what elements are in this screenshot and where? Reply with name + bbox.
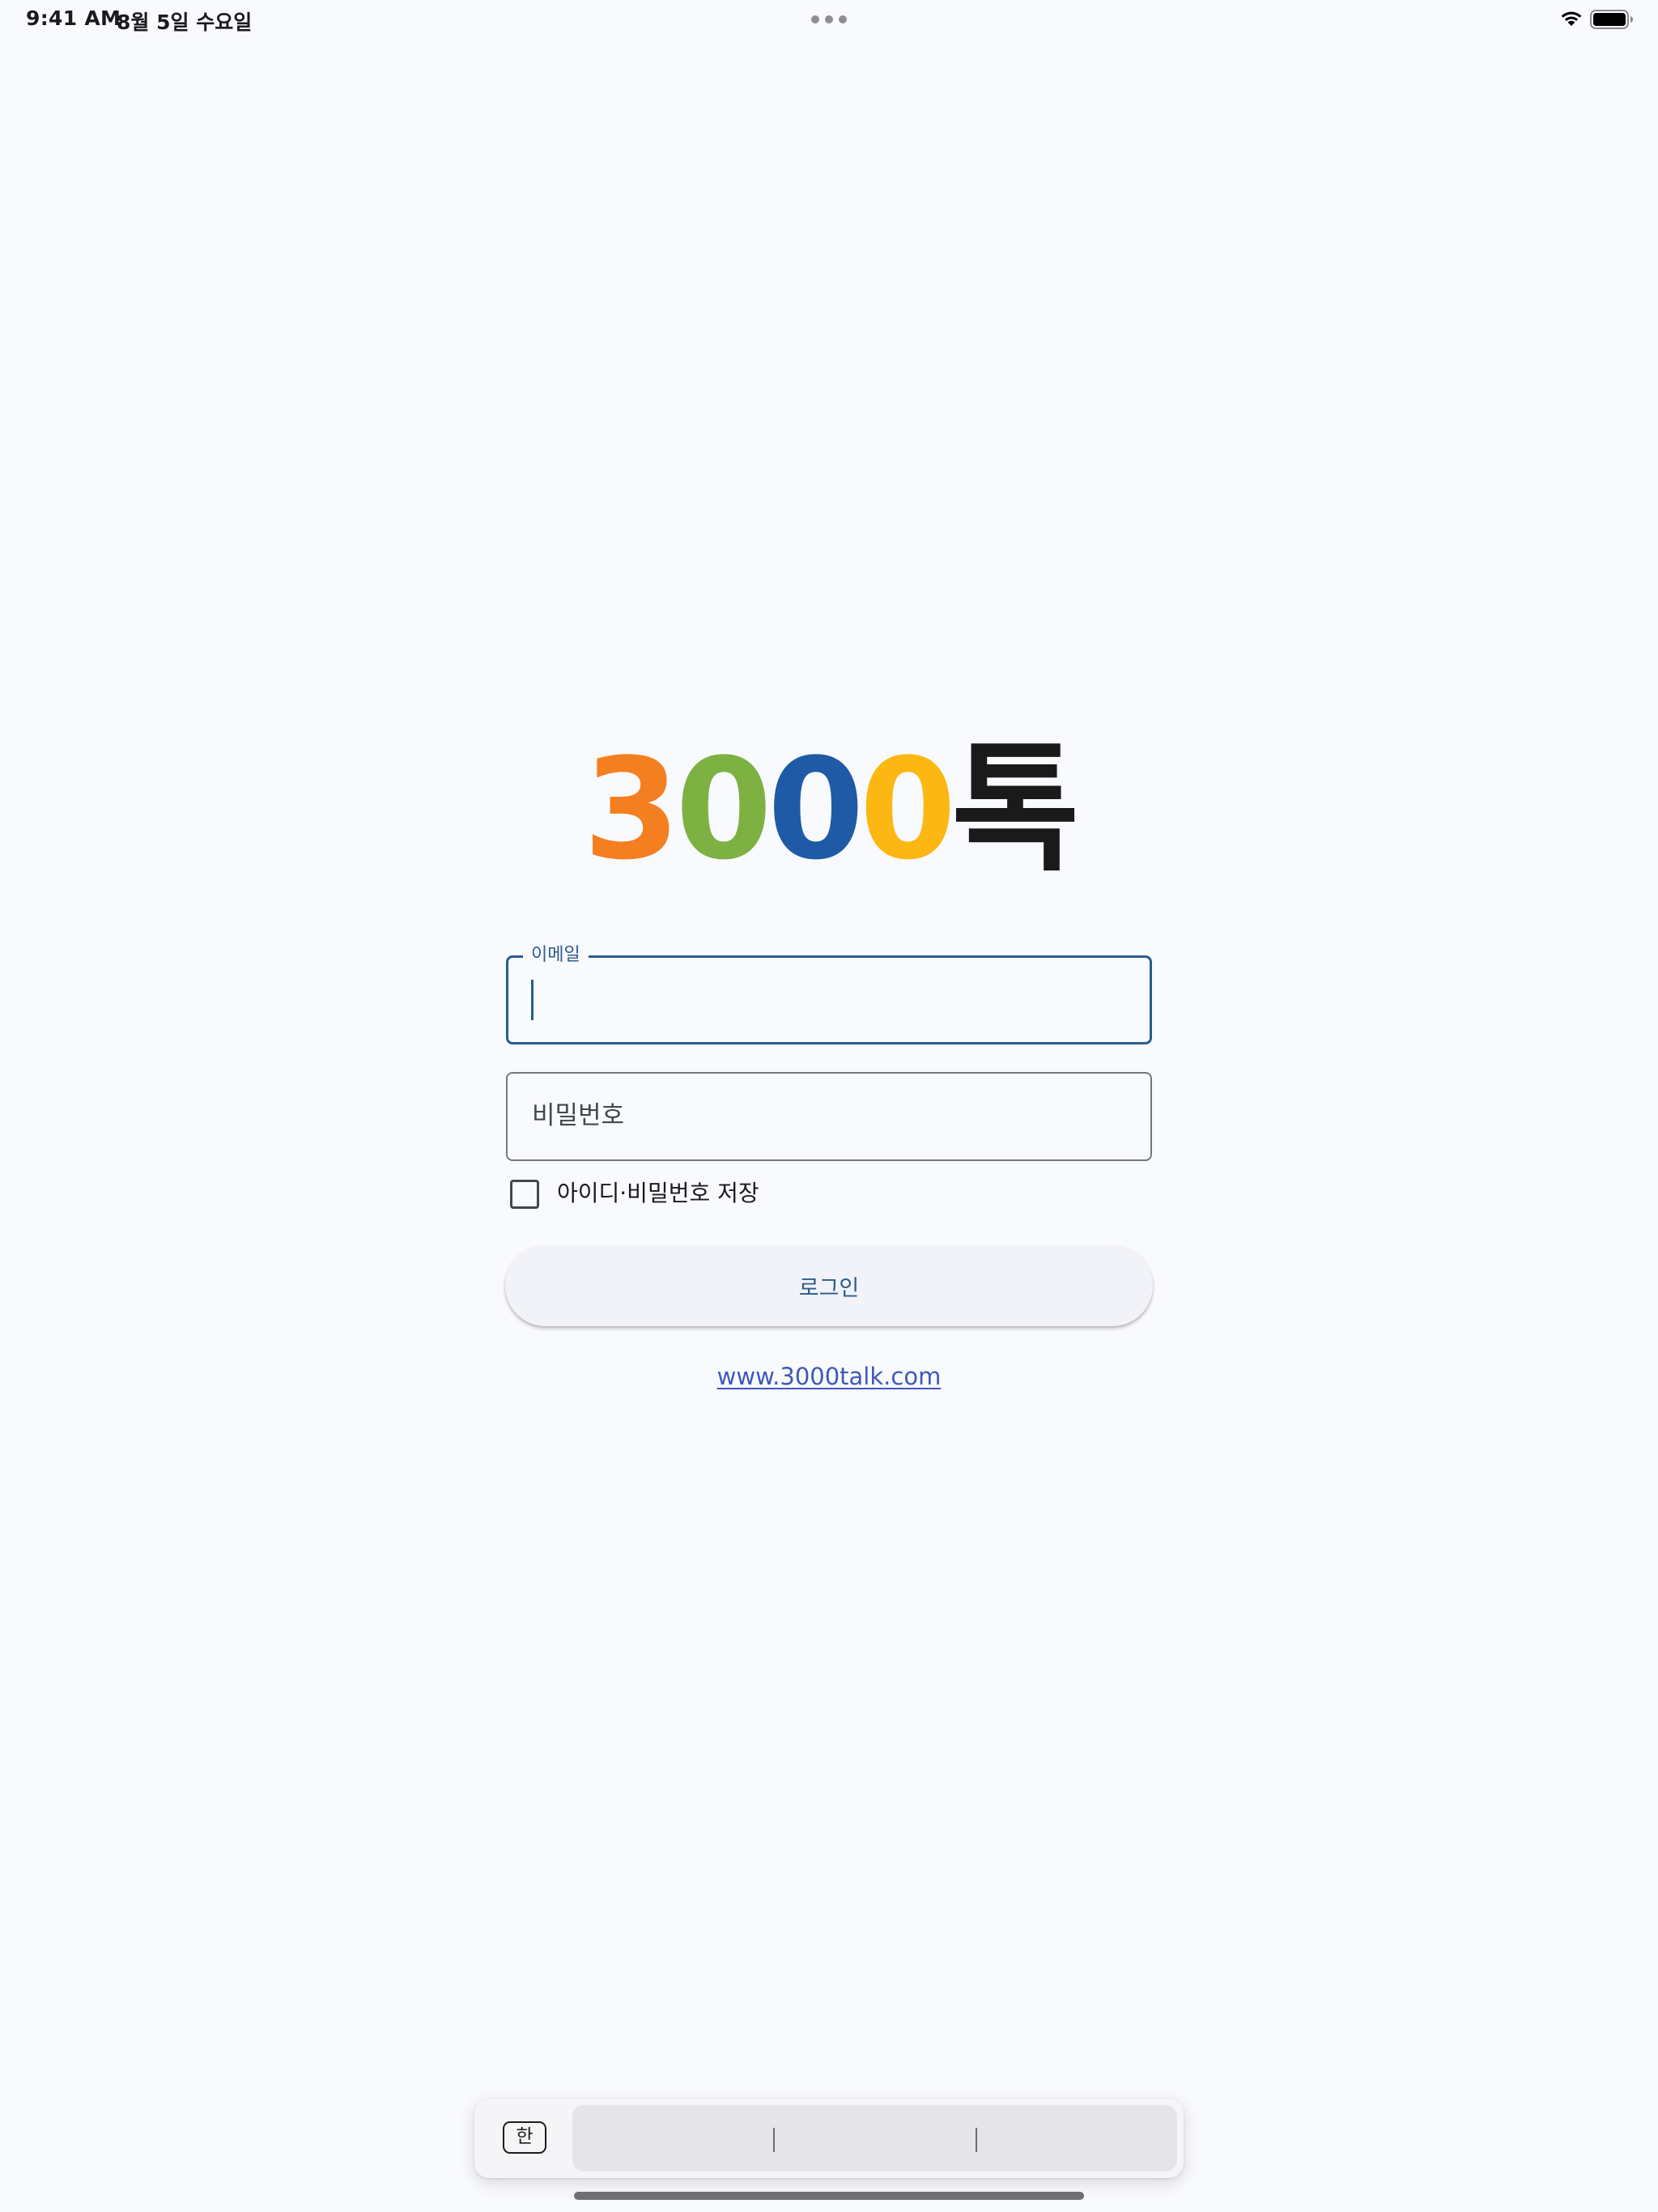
remember-credentials-checkbox[interactable] [510,1180,539,1209]
multitasking-dots-icon[interactable] [811,15,847,23]
status-bar: 9:41 AM 8월 5일 수요일 [0,0,1658,39]
logo-char-0-a: 0 [675,728,772,891]
status-time: 9:41 AM [26,6,121,30]
suggestion-divider [976,2128,977,2152]
password-field-label: 비밀번호 [532,1101,625,1130]
home-indicator[interactable] [574,2192,1084,2200]
app-logo: 3000톡 [0,729,1658,891]
website-link[interactable]: www.3000talk.com [0,1359,1658,1394]
login-button-label: 로그인 [798,1275,860,1301]
email-field[interactable] [506,955,1152,1044]
keyboard-suggestion-area[interactable] [572,2105,1177,2172]
email-field-label: 이메일 [523,944,589,967]
remember-credentials-label[interactable]: 아이디·비밀번호 저장 [557,1177,759,1210]
language-switch-key[interactable]: 한 [503,2121,546,2154]
logo-char-talk: 톡 [951,728,1079,891]
suggestion-divider [773,2128,775,2152]
status-date: 8월 5일 수요일 [117,11,253,34]
login-screen: 9:41 AM 8월 5일 수요일 3000톡 이메일 비밀번호 아이디·비밀번… [0,0,1658,2212]
text-caret [531,980,534,1020]
keyboard-shortcut-bar: 한 [474,2099,1184,2178]
logo-char-0-b: 0 [767,728,865,891]
logo-char-3: 3 [583,728,681,891]
logo-char-0-c: 0 [859,728,957,891]
wifi-icon [1561,11,1582,26]
battery-icon [1590,10,1633,29]
login-button[interactable]: 로그인 [505,1245,1153,1326]
